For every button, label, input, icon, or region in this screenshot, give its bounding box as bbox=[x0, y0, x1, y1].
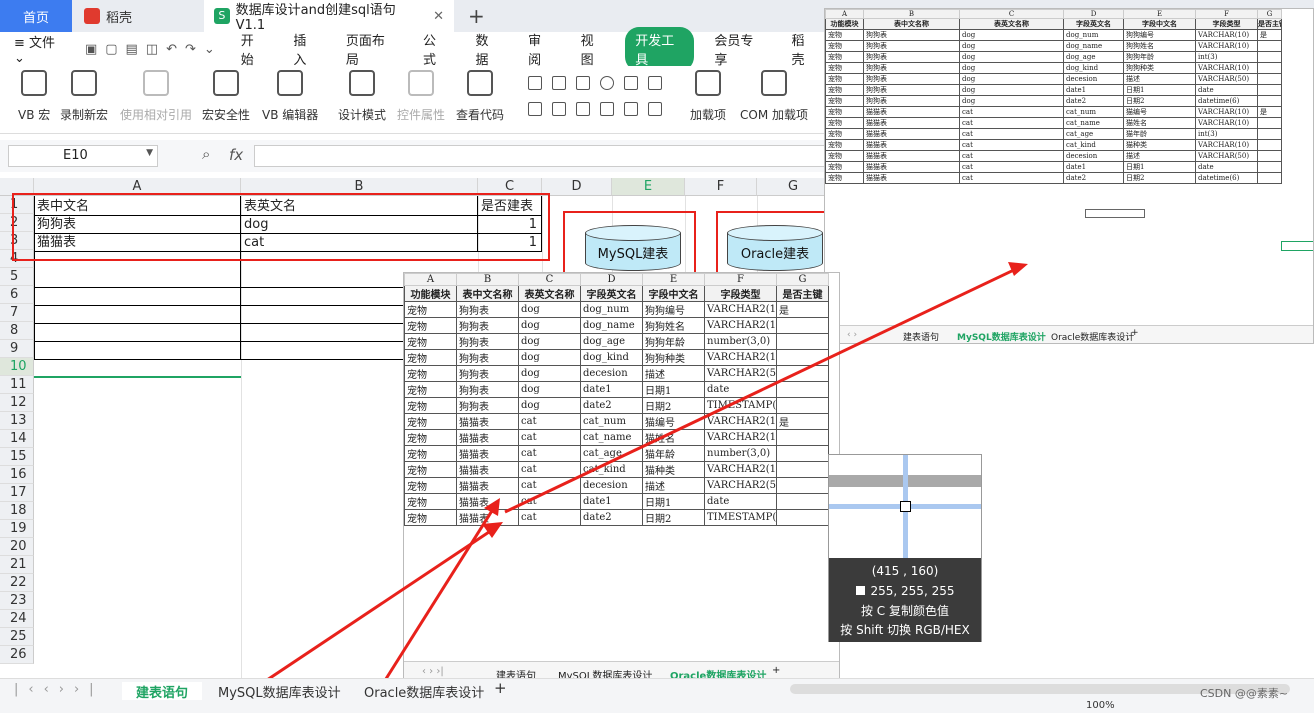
color-swatch bbox=[855, 586, 865, 595]
picker-rgb-value: 255, 255, 255 bbox=[870, 584, 955, 598]
csdn-watermark: CSDN @@素素~ bbox=[1200, 687, 1289, 700]
sheet-nav-icons[interactable]: |‹‹››| bbox=[14, 682, 104, 697]
arrow-line bbox=[382, 505, 497, 683]
status-bar: 100% bbox=[0, 700, 1314, 713]
sheet-tab-mysql[interactable]: MySQL数据库表设计 bbox=[218, 682, 341, 701]
annotation-arrows bbox=[263, 262, 1028, 684]
picker-coord: (415 , 160) bbox=[871, 564, 939, 578]
color-picker-popup: (415 , 160) 255, 255, 255 按 C 复制颜色值 按 Sh… bbox=[828, 454, 982, 642]
zoom-level[interactable]: 100% bbox=[1086, 700, 1115, 711]
arrow-line bbox=[263, 526, 496, 684]
sheet-tab-build[interactable]: 建表语句 bbox=[122, 682, 203, 701]
sheet-tab-oracle[interactable]: Oracle数据库表设计 bbox=[364, 682, 484, 701]
picker-hint-copy: 按 C 复制颜色值 bbox=[860, 604, 949, 618]
arrow-head bbox=[1008, 262, 1028, 276]
sheet-tab-bar: |‹‹››| 建表语句 MySQL数据库表设计 Oracle数据库表设计 + C… bbox=[0, 678, 1314, 701]
picker-hint-switch: 按 Shift 切换 RGB/HEX bbox=[840, 623, 970, 637]
crosshair-center bbox=[900, 501, 911, 512]
picker-info: (415 , 160) 255, 255, 255 按 C 复制颜色值 按 Sh… bbox=[829, 558, 981, 642]
add-sheet-icon[interactable]: + bbox=[494, 679, 507, 697]
picker-rgb: 255, 255, 255 bbox=[829, 584, 981, 598]
